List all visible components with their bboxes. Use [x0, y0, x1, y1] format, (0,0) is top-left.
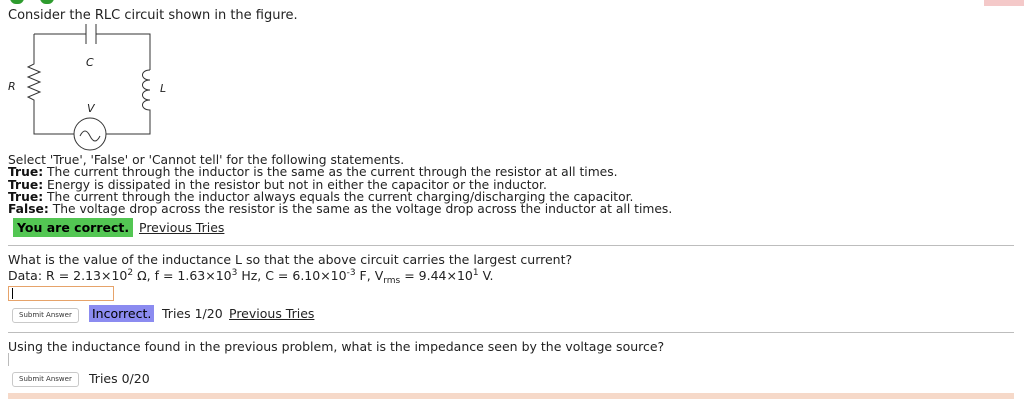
statement-text: The voltage drop across the resistor is … — [48, 202, 673, 217]
inductor-label: L — [160, 82, 166, 95]
data-v-subscript: rms — [383, 276, 401, 286]
inductance-answer-input[interactable] — [8, 286, 114, 301]
inductor-coil — [106, 69, 151, 135]
data-r-value: Data: R = 2.13×10 — [8, 268, 128, 283]
top-accent-bar — [984, 0, 1024, 6]
statements-block: Select 'True', 'False' or 'Cannot tell' … — [8, 154, 672, 216]
previous-tries-link[interactable]: Previous Tries — [139, 220, 224, 235]
resistor-label: R — [8, 80, 16, 93]
previous-tries-link[interactable]: Previous Tries — [229, 306, 314, 321]
statement-row: False: The voltage drop across the resis… — [8, 203, 672, 215]
question3-text: Using the inductance found in the previo… — [8, 339, 665, 354]
impedance-answer-input[interactable] — [8, 353, 15, 366]
data-c-value: Hz, C = 6.10×10 — [237, 268, 347, 283]
ac-wave — [79, 130, 101, 142]
section-divider — [8, 245, 1014, 246]
submit-answer-button[interactable]: Submit Answer — [12, 308, 79, 323]
voltage-label: V — [87, 102, 96, 115]
tries-counter: Tries 0/20 — [89, 371, 150, 386]
data-v-unit: V. — [478, 268, 494, 283]
correct-feedback-badge: You are correct. — [13, 218, 134, 237]
section-divider — [8, 332, 1014, 333]
capacitor-label: C — [86, 56, 94, 69]
statement-answer: False: — [8, 202, 49, 217]
browser-top-bar — [0, 0, 1024, 6]
resistor-branch — [26, 34, 74, 135]
data-v-value: = 9.44×10 — [400, 268, 473, 283]
incorrect-feedback-badge: Incorrect. — [89, 305, 155, 322]
capacitor-plates — [85, 24, 97, 44]
data-f-value: Ω, f = 1.63×10 — [133, 268, 232, 283]
problem-intro: Consider the RLC circuit shown in the fi… — [8, 8, 298, 23]
ac-source — [73, 117, 107, 151]
forward-arrow-icon[interactable] — [40, 0, 54, 4]
data-c-exponent: -3 — [346, 268, 356, 278]
submit-answer-button[interactable]: Submit Answer — [12, 372, 79, 387]
rlc-circuit-diagram: C R L V — [8, 24, 166, 151]
text-caret — [12, 288, 13, 299]
data-v-symbol: F, V — [355, 268, 384, 283]
next-question-bar — [8, 393, 1014, 399]
question2-data: Data: R = 2.13×102 Ω, f = 1.63×103 Hz, C… — [8, 268, 494, 286]
question2-text: What is the value of the inductance L so… — [8, 252, 573, 267]
back-arrow-icon[interactable] — [10, 0, 24, 4]
tries-counter: Tries 1/20 — [162, 306, 223, 321]
